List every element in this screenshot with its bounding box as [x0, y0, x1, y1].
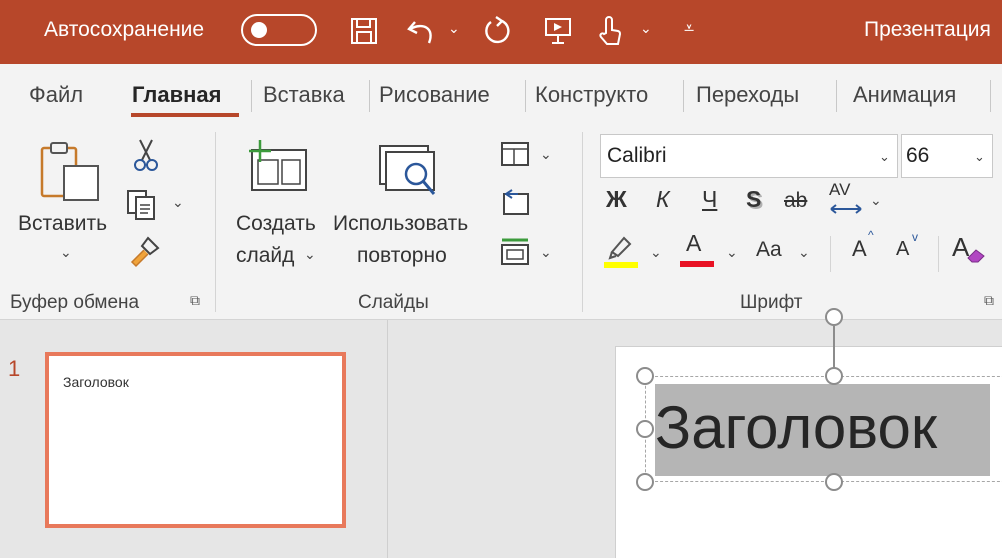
- clipboard-group-label: Буфер обмена: [10, 292, 140, 313]
- tab-insert[interactable]: Вставка: [263, 82, 345, 108]
- tab-animations[interactable]: Анимация: [853, 82, 956, 108]
- highlight-chevron-down-icon[interactable]: ⌄: [650, 244, 662, 261]
- undo-chevron-down-icon[interactable]: ⌄: [448, 20, 460, 37]
- font-color-swatch: [680, 261, 714, 267]
- font-color-button[interactable]: A: [686, 230, 701, 257]
- text-shadow-button[interactable]: S: [746, 186, 761, 213]
- character-spacing-button[interactable]: AV: [829, 180, 850, 200]
- section-icon[interactable]: [500, 236, 530, 271]
- toggle-knob: [251, 22, 267, 38]
- tab-file[interactable]: Файл: [29, 82, 83, 108]
- thumbnail-title: Заголовок: [63, 374, 129, 390]
- tab-draw[interactable]: Рисование: [379, 82, 490, 108]
- touch-mode-icon[interactable]: [590, 14, 630, 48]
- resize-handle-top-center[interactable]: [825, 367, 843, 385]
- eraser-icon: [966, 246, 988, 269]
- paste-icon[interactable]: [36, 140, 102, 209]
- cut-icon[interactable]: [132, 138, 160, 177]
- resize-handle-bottom-left[interactable]: [636, 473, 654, 491]
- clipboard-dialog-launcher-icon[interactable]: ⧉: [190, 292, 200, 309]
- document-title: Презентация: [864, 18, 991, 41]
- new-slide-icon[interactable]: [244, 138, 310, 203]
- redo-icon[interactable]: [478, 14, 518, 48]
- change-case-chevron-down-icon[interactable]: ⌄: [798, 244, 810, 261]
- save-icon[interactable]: [346, 14, 382, 48]
- layout-icon[interactable]: [500, 141, 530, 172]
- copy-icon[interactable]: [126, 187, 160, 226]
- title-text[interactable]: Заголовок: [655, 384, 990, 476]
- present-from-start-icon[interactable]: [538, 14, 578, 48]
- slide-thumbnail[interactable]: Заголовок: [45, 352, 346, 528]
- font-name-value: Calibri: [607, 144, 667, 167]
- spacing-chevron-down-icon[interactable]: ⌄: [870, 192, 882, 209]
- touch-chevron-down-icon[interactable]: ⌄: [640, 20, 652, 37]
- slide-number: 1: [8, 356, 21, 381]
- copy-chevron-down-icon[interactable]: ⌄: [172, 194, 184, 211]
- reuse-slides-icon[interactable]: [376, 140, 442, 205]
- reuse-slides-label-line2[interactable]: повторно: [357, 244, 447, 268]
- grow-font-button[interactable]: A: [852, 236, 867, 262]
- tab-design[interactable]: Конструкто: [535, 82, 648, 108]
- underline-button[interactable]: Ч: [702, 186, 717, 213]
- active-tab-indicator: [131, 113, 239, 117]
- font-size-chevron-down-icon[interactable]: ⌄: [974, 149, 985, 165]
- strikethrough-button[interactable]: ab: [784, 189, 807, 213]
- rotation-handle[interactable]: [825, 308, 843, 326]
- autosave-label: Автосохранение: [44, 18, 205, 41]
- paste-chevron-down-icon[interactable]: ⌄: [60, 244, 72, 261]
- font-dialog-launcher-icon[interactable]: ⧉: [984, 292, 994, 309]
- tab-divider: [525, 80, 526, 112]
- tab-divider: [836, 80, 837, 112]
- title-bar: Автосохранение ⌄ ⌄ ⩡ Презентация: [0, 0, 1002, 64]
- font-name-combobox[interactable]: Calibri ⌄: [600, 134, 898, 178]
- tab-divider: [683, 80, 684, 112]
- grow-font-arrow-icon: ^: [868, 228, 874, 242]
- reset-slide-icon[interactable]: [500, 188, 530, 221]
- font-tool-divider: [938, 236, 939, 272]
- undo-icon[interactable]: [402, 14, 442, 48]
- tab-transitions[interactable]: Переходы: [696, 82, 799, 108]
- format-painter-icon[interactable]: [128, 234, 162, 273]
- shrink-font-button[interactable]: A: [896, 238, 909, 261]
- bold-button[interactable]: Ж: [606, 186, 627, 213]
- paste-label[interactable]: Вставить: [18, 212, 107, 236]
- resize-handle-top-left[interactable]: [636, 367, 654, 385]
- resize-handle-middle-left[interactable]: [636, 420, 654, 438]
- highlight-icon[interactable]: [604, 232, 640, 275]
- reuse-slides-label[interactable]: Использовать: [333, 212, 468, 236]
- tab-divider: [251, 80, 252, 112]
- spacing-arrows-icon: [829, 202, 863, 221]
- group-divider: [215, 132, 216, 312]
- font-tool-divider: [830, 236, 831, 272]
- autosave-toggle[interactable]: [241, 14, 317, 46]
- resize-handle-bottom-center[interactable]: [825, 473, 843, 491]
- font-color-chevron-down-icon[interactable]: ⌄: [726, 244, 738, 261]
- new-slide-label-line2[interactable]: слайд: [236, 244, 294, 268]
- font-size-value: 66: [906, 144, 930, 167]
- tab-divider: [369, 80, 370, 112]
- font-group-label: Шрифт: [740, 292, 803, 313]
- tab-divider: [990, 80, 991, 112]
- tab-home[interactable]: Главная: [132, 82, 221, 108]
- font-name-chevron-down-icon[interactable]: ⌄: [879, 149, 890, 165]
- new-slide-chevron-down-icon[interactable]: ⌄: [304, 246, 316, 263]
- customize-qat-icon[interactable]: ⩡: [684, 18, 694, 39]
- italic-button[interactable]: К: [656, 186, 670, 213]
- slides-group-label: Слайды: [358, 292, 429, 313]
- group-divider: [582, 132, 583, 312]
- layout-chevron-down-icon[interactable]: ⌄: [540, 146, 552, 163]
- section-chevron-down-icon[interactable]: ⌄: [540, 244, 552, 261]
- shrink-font-arrow-icon: v: [912, 230, 918, 244]
- new-slide-label[interactable]: Создать: [236, 212, 316, 236]
- change-case-button[interactable]: Aa: [756, 238, 782, 262]
- font-size-combobox[interactable]: 66 ⌄: [901, 134, 993, 178]
